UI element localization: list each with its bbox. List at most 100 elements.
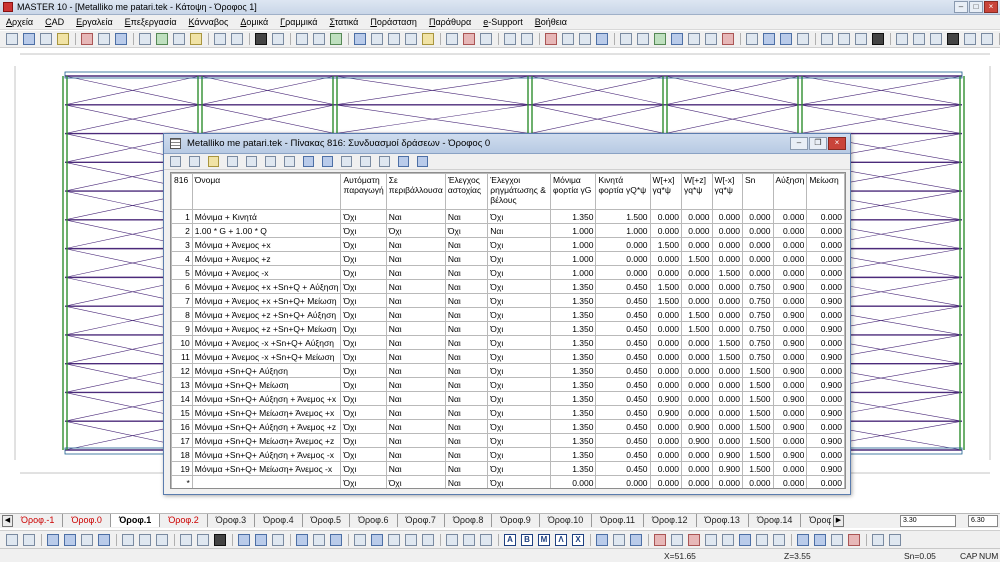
column-header-9[interactable]: W[+z] γq*ψ	[680, 173, 713, 210]
combinations-grid[interactable]: 816 Όνομα Αυτόματη παραγωγή Σε περιβάλλουσα…	[170, 172, 846, 489]
table-cell[interactable]: Ναι	[444, 475, 489, 488]
table-cell[interactable]: 1.500	[742, 391, 774, 406]
table-cell[interactable]: Ναι	[385, 391, 446, 406]
main-tool-icon-47[interactable]	[705, 33, 717, 45]
table-cell[interactable]: Μόνιμα + Άνεμος -x +Sn+Q+ Αύξηση	[191, 335, 342, 350]
table-cell[interactable]: 0.000	[806, 279, 845, 294]
table-cell[interactable]: 0.000	[711, 237, 744, 252]
table-row[interactable]: 18 Μόνιμα +Sn+Q+ Αύξηση + Άνεμος -x Όχι Ναι…	[171, 447, 845, 462]
table-cell[interactable]: 0.000	[772, 475, 808, 488]
column-header-1[interactable]: Όνομα	[191, 173, 342, 210]
main-tool-icon-48[interactable]	[722, 33, 734, 45]
table-cell[interactable]: 0.000	[680, 279, 713, 294]
table-cell[interactable]: Ναι	[444, 363, 489, 378]
main-tool-icon-38[interactable]	[562, 33, 574, 45]
table-cell[interactable]: 0.000	[772, 321, 808, 336]
bottom2-tool-icon-7[interactable]	[688, 533, 700, 546]
table-cell[interactable]: Ναι	[444, 335, 489, 350]
menu-item-0[interactable]: Αρχεία	[6, 17, 33, 27]
table-cell[interactable]: Μόνιμα +Sn+Q+ Αύξηση + Άνεμος +z	[191, 419, 342, 434]
table-cell[interactable]: 0.000	[595, 265, 651, 280]
table-cell[interactable]: Όχι	[487, 433, 552, 448]
table-cell[interactable]: 0.450	[595, 377, 651, 392]
column-header-6[interactable]: Μόνιμα φορτία γG	[550, 173, 597, 210]
bottom-tool-icon-21[interactable]	[313, 533, 325, 546]
table-row[interactable]: 16 Μόνιμα +Sn+Q+ Αύξηση + Άνεμος +z Όχι Ναι…	[171, 419, 845, 434]
table-cell[interactable]: 0.750	[742, 307, 774, 322]
table-cell[interactable]: 0.000	[680, 391, 713, 406]
main-tool-icon-37[interactable]	[545, 33, 557, 45]
table-cell[interactable]: Όχι	[340, 391, 387, 406]
bottom-tool-icon-26[interactable]	[388, 533, 400, 546]
table-cell[interactable]: 0.000	[806, 447, 845, 462]
table-cell[interactable]: 0.000	[742, 265, 774, 280]
main-tool-icon-53[interactable]	[797, 33, 809, 45]
table-cell[interactable]: 0.000	[680, 265, 713, 280]
floor-tab-6[interactable]: Όροφ.5	[303, 514, 351, 527]
table-cell[interactable]: 0.000	[772, 237, 808, 252]
menu-item-8[interactable]: Ποράσταση	[370, 17, 417, 27]
table-cell[interactable]: 0.900	[806, 461, 845, 476]
table-cell[interactable]: Όχι	[340, 419, 387, 434]
main-tool-icon-15[interactable]	[231, 33, 243, 45]
table-cell[interactable]: Όχι	[487, 335, 552, 350]
column-header-10[interactable]: W[-x] γq*ψ	[711, 173, 744, 210]
column-header-12[interactable]: Αύξηση	[772, 173, 808, 210]
table-row[interactable]: 3 Μόνιμα + Άνεμος +x Όχι Ναι Ναι Όχι 1.000 0.00…	[171, 237, 845, 252]
bottom-tool-icon-3[interactable]	[47, 533, 59, 546]
table-cell[interactable]: Μόνιμα + Άνεμος +x +Sn+Q+ Μείωση	[191, 293, 342, 308]
export-icon[interactable]	[417, 156, 428, 167]
menu-item-7[interactable]: Στατικά	[329, 17, 358, 27]
main-tool-icon-6[interactable]	[98, 33, 110, 45]
table-cell[interactable]: Όχι	[340, 405, 387, 420]
column-header-0[interactable]: 816	[171, 173, 193, 210]
table-cell[interactable]: 0.000	[772, 265, 808, 280]
table-cell[interactable]: 1.350	[550, 293, 597, 308]
bottom-tool-icon-18[interactable]	[272, 533, 284, 546]
insert-row-icon[interactable]	[246, 156, 257, 167]
table-cell[interactable]: 0.000	[806, 251, 845, 266]
menu-item-1[interactable]: CAD	[45, 17, 64, 27]
table-cell[interactable]: 0.000	[742, 251, 774, 266]
menu-item-2[interactable]: Εργαλεία	[76, 17, 113, 27]
table-cell[interactable]: 0.900	[806, 377, 845, 392]
table-cell[interactable]: 0.450	[595, 321, 651, 336]
close-button[interactable]: ×	[984, 1, 998, 13]
table-cell[interactable]: 0.000	[680, 461, 713, 476]
table-cell[interactable]: 0.000	[772, 433, 808, 448]
table-cell[interactable]: Όχι	[340, 349, 387, 364]
table-cell[interactable]: Ναι	[444, 237, 489, 252]
dialog-minimize-button[interactable]: –	[790, 137, 808, 150]
table-cell[interactable]: Όχι	[487, 377, 552, 392]
table-cell[interactable]: Όχι	[385, 223, 446, 238]
table-cell[interactable]: 0.000	[742, 209, 774, 224]
table-cell[interactable]: Μόνιμα + Άνεμος -x	[191, 265, 342, 280]
main-tool-icon-9[interactable]	[139, 33, 151, 45]
main-tool-icon-57[interactable]	[855, 33, 867, 45]
table-cell[interactable]: Όχι	[444, 223, 489, 238]
table-cell[interactable]: 0.000	[649, 307, 682, 322]
table-cell[interactable]: Όχι	[487, 251, 552, 266]
bottom-tool-icon-25[interactable]	[371, 533, 383, 546]
menu-item-11[interactable]: Βοήθεια	[535, 17, 567, 27]
main-tool-icon-58[interactable]	[872, 33, 884, 45]
dialog-restore-button[interactable]: ❐	[809, 137, 827, 150]
menu-item-3[interactable]: Επεξεργασία	[125, 17, 177, 27]
table-cell[interactable]: 0.000	[772, 223, 808, 238]
table-cell[interactable]: 1.000	[550, 251, 597, 266]
bottom-tool-icon-10[interactable]	[156, 533, 168, 546]
table-cell[interactable]: Όχι	[487, 461, 552, 476]
bottom-tool-icon-22[interactable]	[330, 533, 342, 546]
table-cell[interactable]: 1.500	[711, 335, 744, 350]
bottom-tool-icon-27[interactable]	[405, 533, 417, 546]
table-cell[interactable]: Μόνιμα + Άνεμος +z +Sn+Q+ Αύξηση	[191, 307, 342, 322]
table-cell[interactable]: 0.750	[742, 293, 774, 308]
main-tool-icon-44[interactable]	[654, 33, 666, 45]
table-cell[interactable]: Όχι	[340, 251, 387, 266]
main-tool-icon-12[interactable]	[190, 33, 202, 45]
table-cell[interactable]: 0.450	[595, 419, 651, 434]
paste-column-icon[interactable]	[284, 156, 295, 167]
table-cell[interactable]: Όχι	[340, 237, 387, 252]
table-cell[interactable]: 0.450	[595, 363, 651, 378]
table-cell[interactable]: Μόνιμα +Sn+Q+ Μείωση+ Άνεμος -x	[191, 461, 342, 476]
